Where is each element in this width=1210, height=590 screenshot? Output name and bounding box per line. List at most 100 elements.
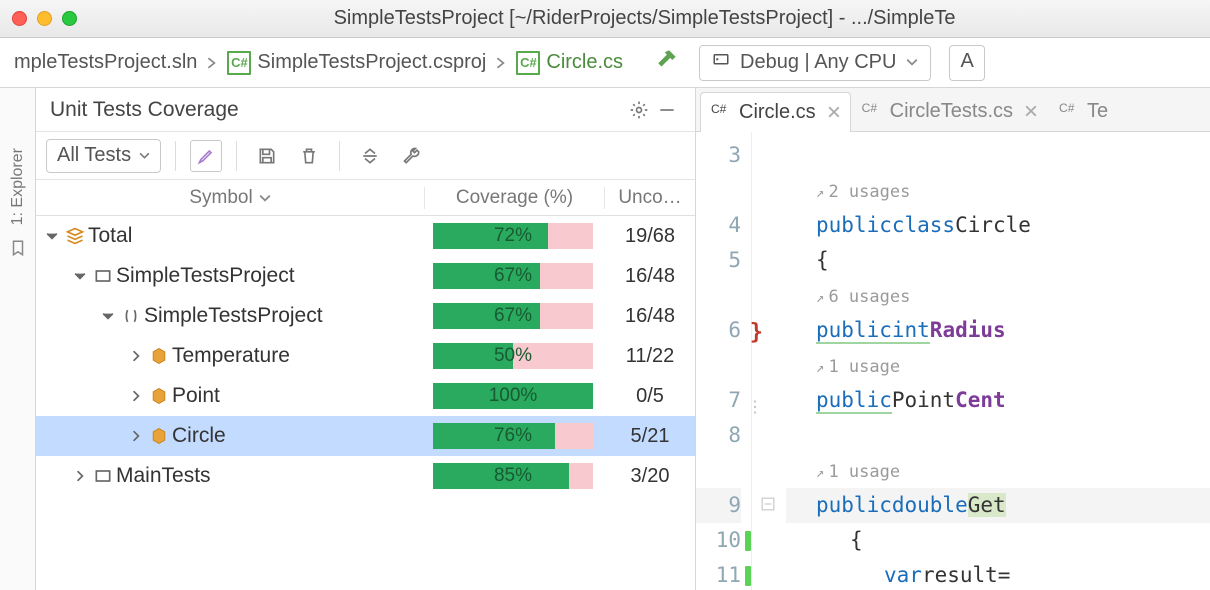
title-bar: SimpleTestsProject [~/RiderProjects/Simp… [0, 0, 1210, 38]
csharp-file-icon: C# [862, 101, 884, 123]
column-header-uncovered[interactable]: Unco… [605, 187, 695, 209]
chevron-down-icon [906, 51, 918, 74]
coverage-ratio: 5/21 [605, 425, 695, 448]
editor-tab[interactable]: C# Circle.cs [700, 92, 851, 132]
coverage-symbol-label: SimpleTestsProject [144, 304, 425, 328]
breadcrumb-item[interactable]: C# SimpleTestsProject.csproj [219, 47, 494, 79]
run-configuration-selector[interactable]: Debug | Any CPU [699, 45, 931, 81]
arrow-collapsed-icon[interactable] [126, 390, 146, 402]
coverage-row[interactable]: Temperature50%11/22 [36, 336, 695, 376]
editor-tab-label: CircleTests.cs [890, 100, 1013, 123]
coverage-bar: 50% [425, 343, 605, 369]
coverage-ratio: 19/68 [605, 225, 695, 248]
arrow-expanded-icon[interactable] [42, 230, 62, 242]
coverage-row[interactable]: SimpleTestsProject67%16/48 [36, 296, 695, 336]
coverage-ratio: 16/48 [605, 305, 695, 328]
window-controls [12, 11, 77, 26]
gear-icon[interactable] [625, 100, 653, 120]
coverage-symbol-label: SimpleTestsProject [116, 264, 425, 288]
coverage-scope-label: All Tests [57, 144, 131, 167]
close-window-button[interactable] [12, 11, 27, 26]
close-icon[interactable] [828, 101, 840, 124]
chevron-down-icon [139, 144, 150, 167]
chevron-right-icon [205, 56, 219, 70]
breadcrumb-label: Circle.cs [546, 51, 623, 74]
explorer-tool-button[interactable]: 1: Explorer [9, 148, 27, 225]
collapse-all-icon[interactable] [354, 140, 386, 172]
fold-column [752, 132, 786, 590]
run-config-icon [712, 51, 730, 75]
arrow-expanded-icon[interactable] [98, 310, 118, 322]
breadcrumb-label: SimpleTestsProject.csproj [257, 51, 486, 74]
code-area[interactable]: 3456}7⋮8910111213 ↗2 usagespublicclassCi… [696, 132, 1210, 590]
coverage-bar: 76% [425, 423, 605, 449]
coverage-symbol-label: Circle [172, 424, 425, 448]
total-icon [62, 226, 88, 246]
editor-tab-label: Circle.cs [739, 101, 816, 124]
editor-tab-label: Te [1087, 100, 1108, 123]
zoom-window-button[interactable] [62, 11, 77, 26]
wrench-icon[interactable] [396, 140, 428, 172]
bookmark-icon[interactable] [9, 239, 27, 263]
class-icon [146, 346, 172, 366]
column-header-symbol[interactable]: Symbol [36, 187, 425, 209]
coverage-scope-selector[interactable]: All Tests [46, 139, 161, 173]
coverage-ratio: 3/20 [605, 465, 695, 488]
breadcrumb-label: mpleTestsProject.sln [14, 51, 197, 74]
minimize-panel-icon[interactable] [653, 100, 681, 120]
arrow-expanded-icon[interactable] [70, 270, 90, 282]
toolbar-overflow-button[interactable]: A [949, 45, 984, 81]
coverage-symbol-label: MainTests [116, 464, 425, 488]
panel-title: Unit Tests Coverage [50, 98, 625, 122]
arrow-collapsed-icon[interactable] [126, 350, 146, 362]
csharp-file-icon: C# [1059, 101, 1081, 123]
code-text[interactable]: ↗2 usagespublicclassCircle{↗6 usagespubl… [786, 132, 1210, 590]
coverage-symbol-label: Point [172, 384, 425, 408]
coverage-bar: 67% [425, 303, 605, 329]
editor-tab[interactable]: C# CircleTests.cs [851, 91, 1048, 131]
arrow-collapsed-icon[interactable] [70, 470, 90, 482]
csharp-file-icon: C# [711, 102, 733, 124]
column-header-coverage[interactable]: Coverage (%) [425, 187, 605, 209]
coverage-symbol-label: Total [88, 224, 425, 248]
chevron-right-icon [494, 56, 508, 70]
save-icon[interactable] [251, 140, 283, 172]
module-icon [90, 266, 116, 286]
class-icon [146, 426, 172, 446]
highlight-code-button[interactable] [190, 140, 222, 172]
editor-tab[interactable]: C# Te [1048, 91, 1119, 131]
minimize-window-button[interactable] [37, 11, 52, 26]
coverage-bar: 72% [425, 223, 605, 249]
build-icon[interactable] [655, 47, 681, 79]
navigation-bar: mpleTestsProject.sln C# SimpleTestsProje… [0, 38, 1210, 88]
close-icon[interactable] [1025, 100, 1037, 123]
coverage-ratio: 0/5 [605, 385, 695, 408]
unit-tests-coverage-panel: Unit Tests Coverage All Tests [36, 88, 696, 590]
coverage-ratio: 16/48 [605, 265, 695, 288]
run-config-label: Debug | Any CPU [740, 51, 896, 74]
module-icon [90, 466, 116, 486]
breadcrumb-item-active[interactable]: C# Circle.cs [508, 47, 631, 79]
arrow-collapsed-icon[interactable] [126, 430, 146, 442]
panel-header: Unit Tests Coverage [36, 88, 695, 132]
namespace-icon [118, 306, 144, 326]
coverage-row[interactable]: Circle76%5/21 [36, 416, 695, 456]
coverage-row[interactable]: MainTests85%3/20 [36, 456, 695, 496]
csharp-file-icon: C# [227, 51, 251, 75]
editor-tabs: C# Circle.cs C# CircleTests.cs C# Te [696, 88, 1210, 132]
trash-icon[interactable] [293, 140, 325, 172]
coverage-toolbar: All Tests [36, 132, 695, 180]
csharp-file-icon: C# [516, 51, 540, 75]
fold-handle-icon[interactable] [761, 492, 775, 516]
coverage-row[interactable]: Total72%19/68 [36, 216, 695, 256]
coverage-row[interactable]: SimpleTestsProject67%16/48 [36, 256, 695, 296]
coverage-symbol-label: Temperature [172, 344, 425, 368]
coverage-bar: 100% [425, 383, 605, 409]
coverage-row[interactable]: Point100%0/5 [36, 376, 695, 416]
breadcrumb-item[interactable]: mpleTestsProject.sln [6, 47, 205, 78]
separator [236, 141, 237, 171]
class-icon [146, 386, 172, 406]
separator [339, 141, 340, 171]
window-title: SimpleTestsProject [~/RiderProjects/Simp… [91, 7, 1198, 30]
coverage-tree: Total72%19/68SimpleTestsProject67%16/48S… [36, 216, 695, 590]
